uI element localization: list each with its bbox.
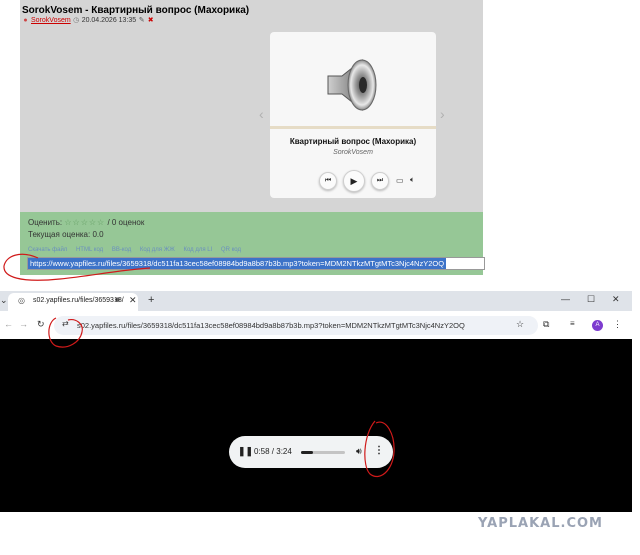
annotation-menu-circle	[364, 420, 395, 478]
watermark-logo: YAPLAKAL.COM	[478, 516, 603, 531]
annotation-overlay	[3, 253, 395, 478]
annotation-url-underline	[3, 253, 151, 281]
annotation-address-circle	[48, 317, 83, 348]
